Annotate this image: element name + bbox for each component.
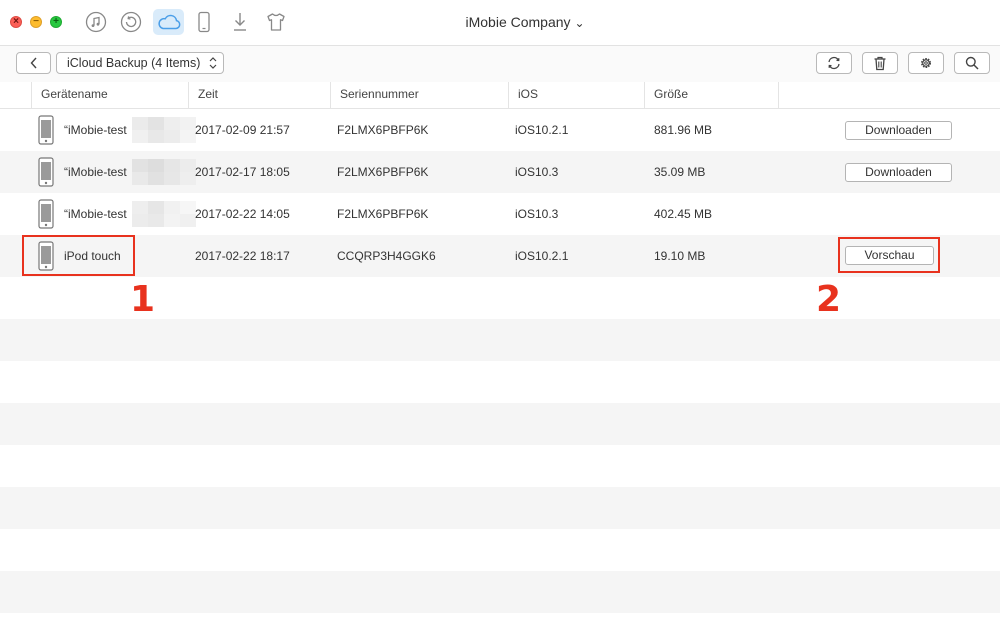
table-header: Gerätename Zeit Seriennummer iOS Größe [0,82,1000,109]
column-header-icon [0,82,31,108]
serial-number: CCQRP3H4GGK6 [337,249,436,263]
back-button[interactable] [16,52,51,74]
column-header-serial[interactable]: Seriennummer [330,82,508,108]
backup-time: 2017-02-22 14:05 [195,207,290,221]
backup-size: 19.10 MB [654,249,706,263]
updown-arrows-icon [209,57,217,69]
search-icon [965,56,979,70]
settings-button[interactable] [908,52,944,74]
serial-number: F2LMX6PBFP6K [337,123,429,137]
serial-number: F2LMX6PBFP6K [337,165,429,179]
column-header-ios[interactable]: iOS [508,82,644,108]
device-name: “iMobie-test [64,165,127,179]
phone-icon [38,115,54,145]
backup-time: 2017-02-09 21:57 [195,123,290,137]
download-button[interactable]: Downloaden [845,163,952,182]
backup-size: 35.09 MB [654,165,706,179]
chevron-down-icon: ⌄ [574,16,585,30]
step-number-1: 1 [130,279,156,320]
trash-icon [874,56,886,70]
phone-icon [38,157,54,187]
column-header-time[interactable]: Zeit [188,82,330,108]
refresh-button[interactable] [816,52,852,74]
window-title[interactable]: iMobie Company ⌄ [0,14,1000,30]
refresh-icon [828,56,840,70]
backup-time: 2017-02-17 18:05 [195,165,290,179]
column-header-name[interactable]: Gerätename [31,82,188,108]
source-select-label: iCloud Backup (4 Items) [67,56,201,70]
device-name: “iMobie-test [64,123,127,137]
ios-version: iOS10.2.1 [515,123,569,137]
serial-number: F2LMX6PBFP6K [337,207,429,221]
step-number-2: 2 [816,279,842,320]
empty-row-stripe [0,571,1000,613]
search-button[interactable] [954,52,990,74]
back-icon [30,57,37,69]
empty-row-stripe [0,319,1000,361]
column-header-actions [778,82,1000,108]
source-select[interactable]: iCloud Backup (4 Items) [56,52,224,74]
toolbar: iCloud Backup (4 Items) [0,46,1000,83]
gear-icon [921,58,931,68]
ios-version: iOS10.3 [515,207,559,221]
delete-button[interactable] [862,52,898,74]
redacted-text [132,201,196,227]
empty-row-stripe [0,403,1000,445]
phone-icon [38,199,54,229]
backup-size: 402.45 MB [654,207,713,221]
device-name-label: iMobie Company [465,14,571,30]
ios-version: iOS10.3 [515,165,559,179]
redacted-text [132,117,196,143]
backup-time: 2017-02-22 18:17 [195,249,290,263]
table-row[interactable]: “iMobie-test 2017-02-22 14:05 F2LMX6PBFP… [0,193,1000,235]
empty-row-stripe [0,487,1000,529]
highlight-preview-button [838,237,940,273]
highlight-device-name [22,235,135,276]
download-button[interactable]: Downloaden [845,121,952,140]
column-header-size[interactable]: Größe [644,82,778,108]
table-row[interactable]: “iMobie-test 2017-02-17 18:05 F2LMX6PBFP… [0,151,1000,193]
backup-size: 881.96 MB [654,123,713,137]
redacted-text [132,159,196,185]
title-bar: × − + iMobie Company ⌄ [0,0,1000,46]
table-row[interactable]: “iMobie-test 2017-02-09 21:57 F2LMX6PBFP… [0,109,1000,151]
ios-version: iOS10.2.1 [515,249,569,263]
device-name: “iMobie-test [64,207,127,221]
